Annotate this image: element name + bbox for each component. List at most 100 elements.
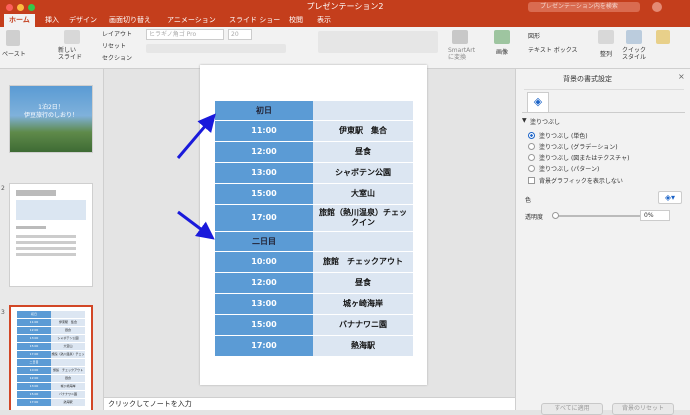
layout-button[interactable]: レイアウト xyxy=(102,29,132,38)
activity-cell: 昼食 xyxy=(313,273,413,294)
table-row: 15:00 大室山 xyxy=(215,184,413,205)
slide-thumbnail-2[interactable] xyxy=(9,183,93,287)
table-row: 17:00 熱海駅 xyxy=(215,336,413,357)
hide-graphics-label: 背景グラフィックを表示しない xyxy=(539,178,623,185)
hide-graphics-checkbox[interactable] xyxy=(528,177,535,184)
textbox-button[interactable]: テキスト ボックス xyxy=(528,45,578,54)
mini-table-row: 初日 xyxy=(17,311,85,319)
fill-tab-icon[interactable]: ◈ xyxy=(527,92,549,112)
mini-time-cell: 13:00 xyxy=(17,383,51,391)
tab-home[interactable]: ホーム xyxy=(4,14,35,27)
mini-time-cell: 15:00 xyxy=(17,343,51,351)
mini-time-cell: 12:00 xyxy=(17,375,51,383)
smartart-icon[interactable] xyxy=(452,30,468,44)
reset-button[interactable]: リセット xyxy=(102,41,126,50)
radio-solid-fill[interactable] xyxy=(528,132,535,139)
mini-activity-cell: 熱海駅 xyxy=(51,399,85,407)
smartart-label: SmartArt に変換 xyxy=(448,47,476,61)
tab-design[interactable]: デザイン xyxy=(64,14,102,27)
tab-transitions[interactable]: 画面切り替え xyxy=(104,14,156,27)
mini-time-cell: 12:00 xyxy=(17,327,51,335)
mini-activity-cell: 昼食 xyxy=(51,375,85,383)
mini-activity-cell: バナナワニ園 xyxy=(51,391,85,399)
mini-table-row: 17:00旅館（熱川温泉）チェックイン xyxy=(17,351,85,359)
ribbon-tabs: ホーム 挿入 デザイン 画面切り替え アニメーション スライド ショー 校閲 表… xyxy=(0,14,690,27)
annotation-arrows xyxy=(176,113,216,240)
activity-cell: 昼食 xyxy=(313,142,413,163)
quick-style-label: クイック スタイル xyxy=(622,47,647,61)
paragraph-format-buttons[interactable] xyxy=(318,31,438,53)
fill-color-icon[interactable] xyxy=(656,30,670,44)
image-icon[interactable] xyxy=(494,30,510,44)
time-cell: 12:00 xyxy=(215,273,313,294)
mini-activity-cell xyxy=(51,311,85,319)
radio-picture-fill[interactable] xyxy=(528,154,535,161)
tab-view[interactable]: 表示 xyxy=(312,14,336,27)
close-icon[interactable]: × xyxy=(678,72,685,81)
image-label: 画像 xyxy=(496,49,509,56)
notes-field[interactable]: クリックしてノートを入力 xyxy=(104,397,515,410)
table-row: 二日目 xyxy=(215,232,413,252)
mini-table-row: 12:00 昼食 xyxy=(17,327,85,335)
font-format-buttons[interactable] xyxy=(146,44,286,53)
shapes-button[interactable]: 図形 xyxy=(528,31,540,40)
radio-gradient-fill[interactable] xyxy=(528,143,535,150)
table-row: 15:00 バナナワニ園 xyxy=(215,315,413,336)
new-slide-icon[interactable] xyxy=(64,30,80,44)
activity-cell: 旅館 チェックアウト xyxy=(313,252,413,273)
arrange-icon[interactable] xyxy=(598,30,614,44)
table-row: 13:00 城ヶ崎海岸 xyxy=(215,294,413,315)
font-size-select[interactable]: 20 xyxy=(228,29,252,40)
reset-background-button[interactable]: 背景のリセット xyxy=(612,403,674,415)
table-row: 10:00 旅館 チェックアウト xyxy=(215,252,413,273)
smiley-icon[interactable] xyxy=(652,2,662,12)
empty-cell xyxy=(313,101,413,121)
fill-color-picker[interactable]: ◈▾ xyxy=(658,191,682,204)
mini-table-row: 15:00 バナナワニ園 xyxy=(17,391,85,399)
mini-time-cell: 11:00 xyxy=(17,319,51,327)
option-pattern-fill: 塗りつぶし (パターン) xyxy=(539,166,600,173)
section-button[interactable]: セクション xyxy=(102,53,132,62)
paste-label: ペースト xyxy=(2,51,26,58)
mini-time-cell: 17:00 xyxy=(17,351,51,359)
transparency-slider-handle[interactable] xyxy=(552,212,559,219)
collapse-chevron-icon[interactable]: ▼ xyxy=(522,117,527,124)
search-input[interactable]: プレゼンテーション内を検索 xyxy=(528,2,640,12)
option-gradient-fill: 塗りつぶし (グラデーション) xyxy=(539,144,618,151)
time-cell: 15:00 xyxy=(215,315,313,336)
format-background-panel: 背景の書式設定 × ◈ ▼ 塗りつぶし 塗りつぶし (単色) 塗りつぶし (グラ… xyxy=(515,69,690,415)
divider xyxy=(524,89,684,90)
arrow-icon xyxy=(176,113,216,159)
tab-animations[interactable]: アニメーション xyxy=(162,14,221,27)
time-cell: 10:00 xyxy=(215,252,313,273)
option-picture-fill: 塗りつぶし (図またはテクスチャ) xyxy=(539,155,630,162)
transparency-slider[interactable] xyxy=(554,215,646,217)
transparency-input[interactable]: 0% xyxy=(640,210,670,221)
mini-activity-cell: 旅館 チェックアウト xyxy=(51,367,85,375)
tab-slideshow[interactable]: スライド ショー xyxy=(224,14,285,27)
tab-review[interactable]: 校閲 xyxy=(284,14,308,27)
mini-activity-cell: 伊東駅 集合 xyxy=(51,319,85,327)
table-row: 初日 xyxy=(215,101,413,121)
time-cell: 17:00 xyxy=(215,336,313,357)
notes-placeholder: クリックしてノートを入力 xyxy=(108,400,192,408)
option-solid-fill: 塗りつぶし (単色) xyxy=(539,133,588,140)
slide-thumbnail-1[interactable]: 1泊2日！ 伊豆旅行のしおり！ xyxy=(9,85,93,153)
schedule-table[interactable]: 初日 11:00 伊東駅 集合 12:00 昼食 13:00 シャボテン公園 15:00 大室山… xyxy=(215,101,413,357)
slide-thumbnail-3[interactable]: 初日 11:00 伊東駅 集合 12:00 昼食 13:00 シャボテン公園 15:00 大室山… xyxy=(9,305,93,410)
font-name-select[interactable]: ヒラギノ角ゴ Pro xyxy=(146,29,224,40)
mini-table-row: 11:00 伊東駅 集合 xyxy=(17,319,85,327)
slide-thumbnail-pane[interactable]: 1泊2日！ 伊豆旅行のしおり！ 2 3 初日 11:00 伊東駅 集合 12:00 昼食… xyxy=(0,69,104,410)
radio-pattern-fill[interactable] xyxy=(528,165,535,172)
mini-time-cell: 13:00 xyxy=(17,335,51,343)
slide-number: 3 xyxy=(1,309,5,316)
divider xyxy=(522,112,685,113)
mini-time-cell: 17:00 xyxy=(17,399,51,407)
activity-cell: バナナワニ園 xyxy=(313,315,413,336)
new-slide-label: 新しい スライド xyxy=(58,47,83,61)
tab-insert[interactable]: 挿入 xyxy=(40,14,64,27)
time-cell: 13:00 xyxy=(215,294,313,315)
apply-to-all-button[interactable]: すべてに適用 xyxy=(541,403,603,415)
quick-style-icon[interactable] xyxy=(626,30,642,44)
paste-icon[interactable] xyxy=(6,30,20,46)
